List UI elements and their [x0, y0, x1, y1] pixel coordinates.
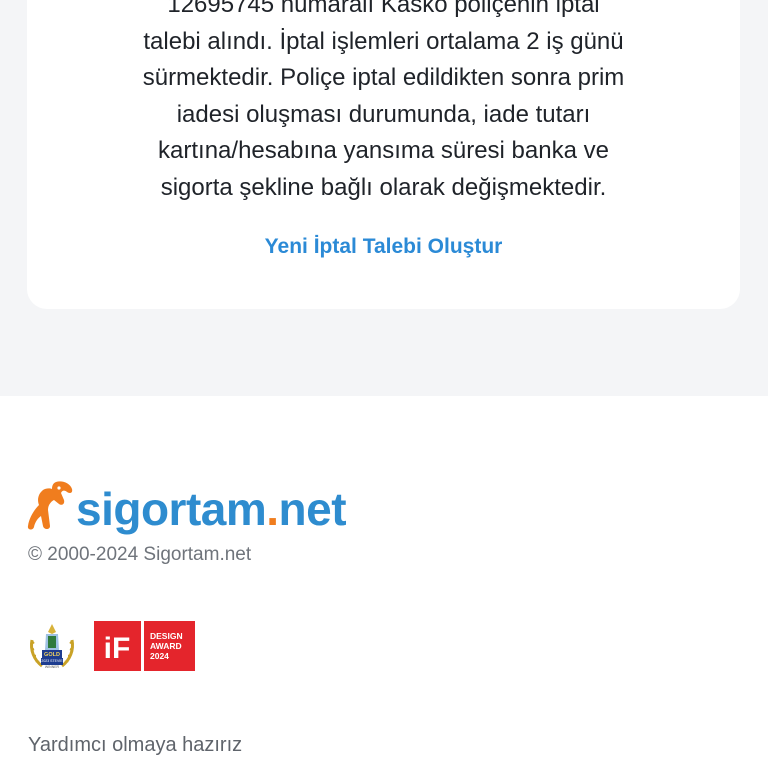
message-line: kartına/hesabına yansıma süresi banka ve — [158, 137, 609, 164]
award-badges: GOLD 2023 STEVIE WINNER iF DESIGN AWARD … — [26, 620, 195, 672]
help-text: Yardımcı olmaya hazırız — [28, 734, 243, 756]
if-design-award-text: DESIGN AWARD 2024 — [144, 621, 195, 671]
cancellation-message: 12695745 numaralı Kasko poliçenin iptal … — [64, 0, 704, 206]
gold-stevie-award-text: 2023 STEVIE — [41, 659, 63, 663]
message-line: sigorta şekline bağlı olarak değişmekted… — [160, 173, 607, 201]
logo-tld: net — [278, 483, 347, 535]
if-design-award-icon: iF — [94, 621, 141, 671]
gold-stevie-award-icon: GOLD 2023 STEVIE WINNER — [30, 624, 74, 669]
message-line: 12695745 numaralı Kasko poliçenin iptal — [167, 0, 600, 18]
logo-dot: . — [266, 483, 279, 535]
if-award-line: AWARD — [150, 641, 182, 651]
cancellation-result-card: 12695745 numaralı Kasko poliçenin iptal … — [27, 0, 740, 309]
copyright-text: © 2000-2024 Sigortam.net — [28, 544, 252, 565]
message-line: sürmektedir. Poliçe iptal edildikten son… — [142, 64, 625, 91]
message-line: iadesi oluşması durumunda, iade tutarı — [176, 100, 591, 128]
if-mark-icon: iF — [104, 632, 131, 665]
goat-logo-icon — [27, 481, 73, 530]
if-award-line: DESIGN — [150, 631, 183, 641]
message-line: talebi alındı. İptal işlemleri ortalama … — [143, 27, 624, 55]
logo-wordmark: sigortam.net — [76, 483, 347, 535]
new-cancellation-request-link[interactable]: Yeni İptal Talebi Oluştur — [27, 235, 740, 259]
gold-stevie-award-text: GOLD — [44, 652, 60, 658]
if-mark-text: iF — [104, 632, 131, 665]
sigortam-logo[interactable]: sigortam.net — [26, 472, 347, 535]
footer: sigortam.net © 2000-2024 Sigortam.net GO… — [0, 396, 768, 768]
logo-name: sigortam — [76, 483, 267, 535]
gold-stevie-award-text: WINNER — [45, 665, 60, 669]
content-area: 12695745 numaralı Kasko poliçenin iptal … — [0, 0, 768, 396]
if-design-award-badge: iF DESIGN AWARD 2024 — [94, 621, 195, 671]
if-award-line: 2024 — [150, 651, 169, 661]
